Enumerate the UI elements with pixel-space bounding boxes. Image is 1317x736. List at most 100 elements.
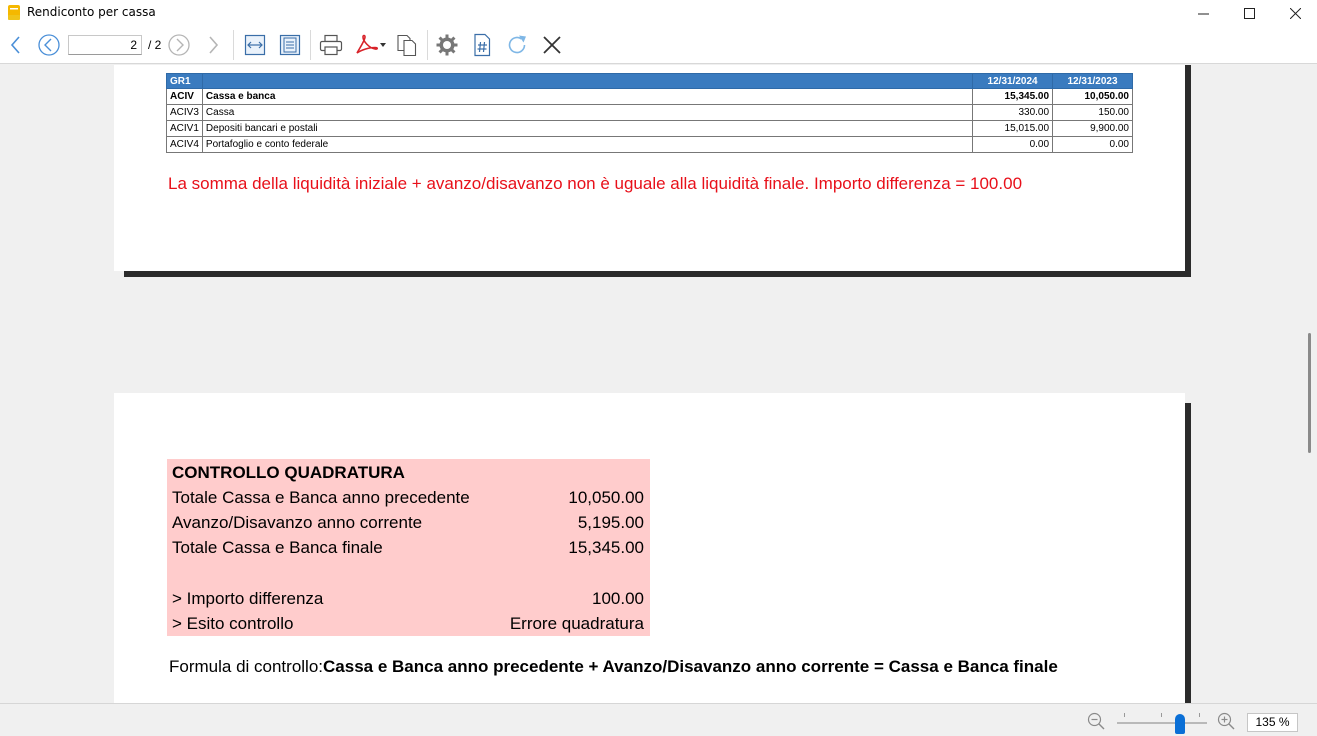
- zoom-slider-tick: [1124, 713, 1125, 717]
- forward-button[interactable]: [199, 31, 227, 59]
- copy-icon: [397, 34, 417, 57]
- row-code: ACIV: [166, 88, 203, 105]
- title-bar: Rendiconto per cassa: [0, 0, 1317, 26]
- page-number-input[interactable]: 2: [68, 35, 142, 55]
- minimize-button[interactable]: [1180, 0, 1226, 26]
- next-page-icon: [168, 34, 190, 56]
- balance-check-box: CONTROLLO QUADRATURA Totale Cassa e Banc…: [167, 459, 650, 636]
- row-value-2024: 15,015.00: [972, 120, 1054, 137]
- balance-check-title: CONTROLLO QUADRATURA: [172, 463, 405, 482]
- zoom-level-field[interactable]: 135 %: [1247, 713, 1298, 732]
- toolbar-separator: [233, 30, 234, 60]
- zoom-in-icon[interactable]: [1217, 712, 1235, 730]
- prev-page-button[interactable]: [35, 31, 63, 59]
- fit-width-button[interactable]: [241, 31, 269, 59]
- table-row: ACIV Cassa e banca 15,345.00 10,050.00: [166, 88, 1133, 105]
- balance-check-value: Errore quadratura: [509, 614, 644, 633]
- window-title: Rendiconto per cassa: [27, 5, 156, 19]
- fit-page-button[interactable]: [276, 31, 304, 59]
- toolbar: 2 / 2: [0, 26, 1317, 64]
- balance-check-row: Totale Cassa e Banca finale 15,345.00: [172, 538, 644, 558]
- maximize-button[interactable]: [1226, 0, 1272, 26]
- toolbar-separator: [310, 30, 311, 60]
- fit-width-icon: [244, 34, 266, 56]
- row-description: Cassa: [201, 104, 974, 121]
- app-icon: [8, 5, 20, 20]
- row-value-2023: 150.00: [1052, 104, 1133, 121]
- row-value-2024: 0.00: [972, 136, 1054, 153]
- copy-button[interactable]: [393, 31, 421, 59]
- cash-bank-table: GR1 12/31/2024 12/31/2023 ACIV Cassa e b…: [166, 73, 1133, 153]
- page-shadow: [1185, 403, 1191, 703]
- pdf-export-button[interactable]: [352, 31, 388, 59]
- row-value-2023: 0.00: [1052, 136, 1133, 153]
- next-page-button[interactable]: [165, 31, 193, 59]
- refresh-icon: [508, 35, 526, 54]
- control-formula: Formula di controllo:Cassa e Banca anno …: [169, 657, 1058, 677]
- formula-text: Cassa e Banca anno precedente + Avanzo/D…: [323, 657, 1058, 676]
- table-header-cell: [201, 73, 974, 89]
- fit-page-icon: [279, 34, 301, 56]
- row-description: Depositi bancari e postali: [201, 120, 974, 137]
- close-window-button[interactable]: [1272, 0, 1317, 26]
- balance-check-label: > Importo differenza: [172, 589, 324, 608]
- table-header-row: GR1 12/31/2024 12/31/2023: [166, 73, 1133, 89]
- hashtag-icon: [474, 33, 491, 57]
- row-code: ACIV4: [166, 136, 203, 153]
- back-button[interactable]: [2, 31, 30, 59]
- print-button[interactable]: [317, 31, 345, 59]
- document-view: GR1 12/31/2024 12/31/2023 ACIV Cassa e b…: [0, 65, 1302, 703]
- row-value-2024: 330.00: [972, 104, 1054, 121]
- scrollbar-thumb[interactable]: [1308, 333, 1311, 453]
- row-value-2024: 15,345.00: [972, 88, 1054, 105]
- table-row: ACIV1 Depositi bancari e postali 15,015.…: [166, 120, 1133, 137]
- balance-check-row: > Esito controllo Errore quadratura: [172, 614, 644, 634]
- settings-icon: [436, 34, 458, 56]
- report-page-1: GR1 12/31/2024 12/31/2023 ACIV Cassa e b…: [114, 65, 1185, 271]
- zoom-slider-track[interactable]: [1117, 722, 1207, 724]
- balance-check-row: > Importo differenza 100.00: [172, 589, 644, 609]
- balance-check-value: 100.00: [592, 589, 644, 608]
- print-icon: [319, 34, 343, 56]
- close-report-button[interactable]: [538, 31, 566, 59]
- table-header-cell: GR1: [166, 73, 203, 89]
- balance-check-label: Totale Cassa e Banca finale: [172, 538, 383, 557]
- table-row: ACIV3 Cassa 330.00 150.00: [166, 104, 1133, 121]
- refresh-button[interactable]: [503, 31, 531, 59]
- page-shadow: [1185, 65, 1191, 277]
- liquidity-warning-message: La somma della liquidità iniziale + avan…: [168, 174, 1023, 193]
- row-code: ACIV3: [166, 104, 203, 121]
- page-number-button[interactable]: [468, 31, 496, 59]
- row-description: Portafoglio e conto federale: [201, 136, 974, 153]
- toolbar-separator: [427, 30, 428, 60]
- close-icon: [543, 36, 561, 54]
- table-header-cell: 12/31/2023: [1052, 73, 1133, 89]
- page-shadow: [124, 271, 1191, 277]
- back-arrow-icon: [10, 36, 20, 54]
- zoom-slider-tick: [1161, 713, 1162, 717]
- balance-check-value: 15,345.00: [568, 538, 644, 557]
- report-page-2: CONTROLLO QUADRATURA Totale Cassa e Banc…: [114, 393, 1185, 703]
- row-description: Cassa e banca: [201, 88, 974, 105]
- table-header-cell: 12/31/2024: [972, 73, 1054, 89]
- balance-check-value: 10,050.00: [568, 488, 644, 507]
- formula-label: Formula di controllo:: [169, 657, 324, 676]
- balance-check-label: Avanzo/Disavanzo anno corrente: [172, 513, 423, 532]
- forward-arrow-icon: [209, 36, 219, 54]
- prev-page-icon: [38, 34, 60, 56]
- row-value-2023: 9,900.00: [1052, 120, 1133, 137]
- pdf-icon: [356, 34, 386, 54]
- balance-check-row: Avanzo/Disavanzo anno corrente 5,195.00: [172, 513, 644, 533]
- zoom-slider-thumb[interactable]: [1175, 714, 1185, 734]
- balance-check-row: Totale Cassa e Banca anno precedente 10,…: [172, 488, 644, 508]
- zoom-out-icon[interactable]: [1087, 712, 1105, 730]
- vertical-scrollbar[interactable]: [1302, 65, 1317, 703]
- status-bar: 135 %: [0, 703, 1317, 736]
- page-total: / 2: [148, 38, 162, 52]
- balance-check-value: 5,195.00: [577, 513, 644, 532]
- balance-check-label: > Esito controllo: [172, 614, 294, 633]
- settings-button[interactable]: [433, 31, 461, 59]
- table-row: ACIV4 Portafoglio e conto federale 0.00 …: [166, 136, 1133, 153]
- row-code: ACIV1: [166, 120, 203, 137]
- row-value-2023: 10,050.00: [1052, 88, 1133, 105]
